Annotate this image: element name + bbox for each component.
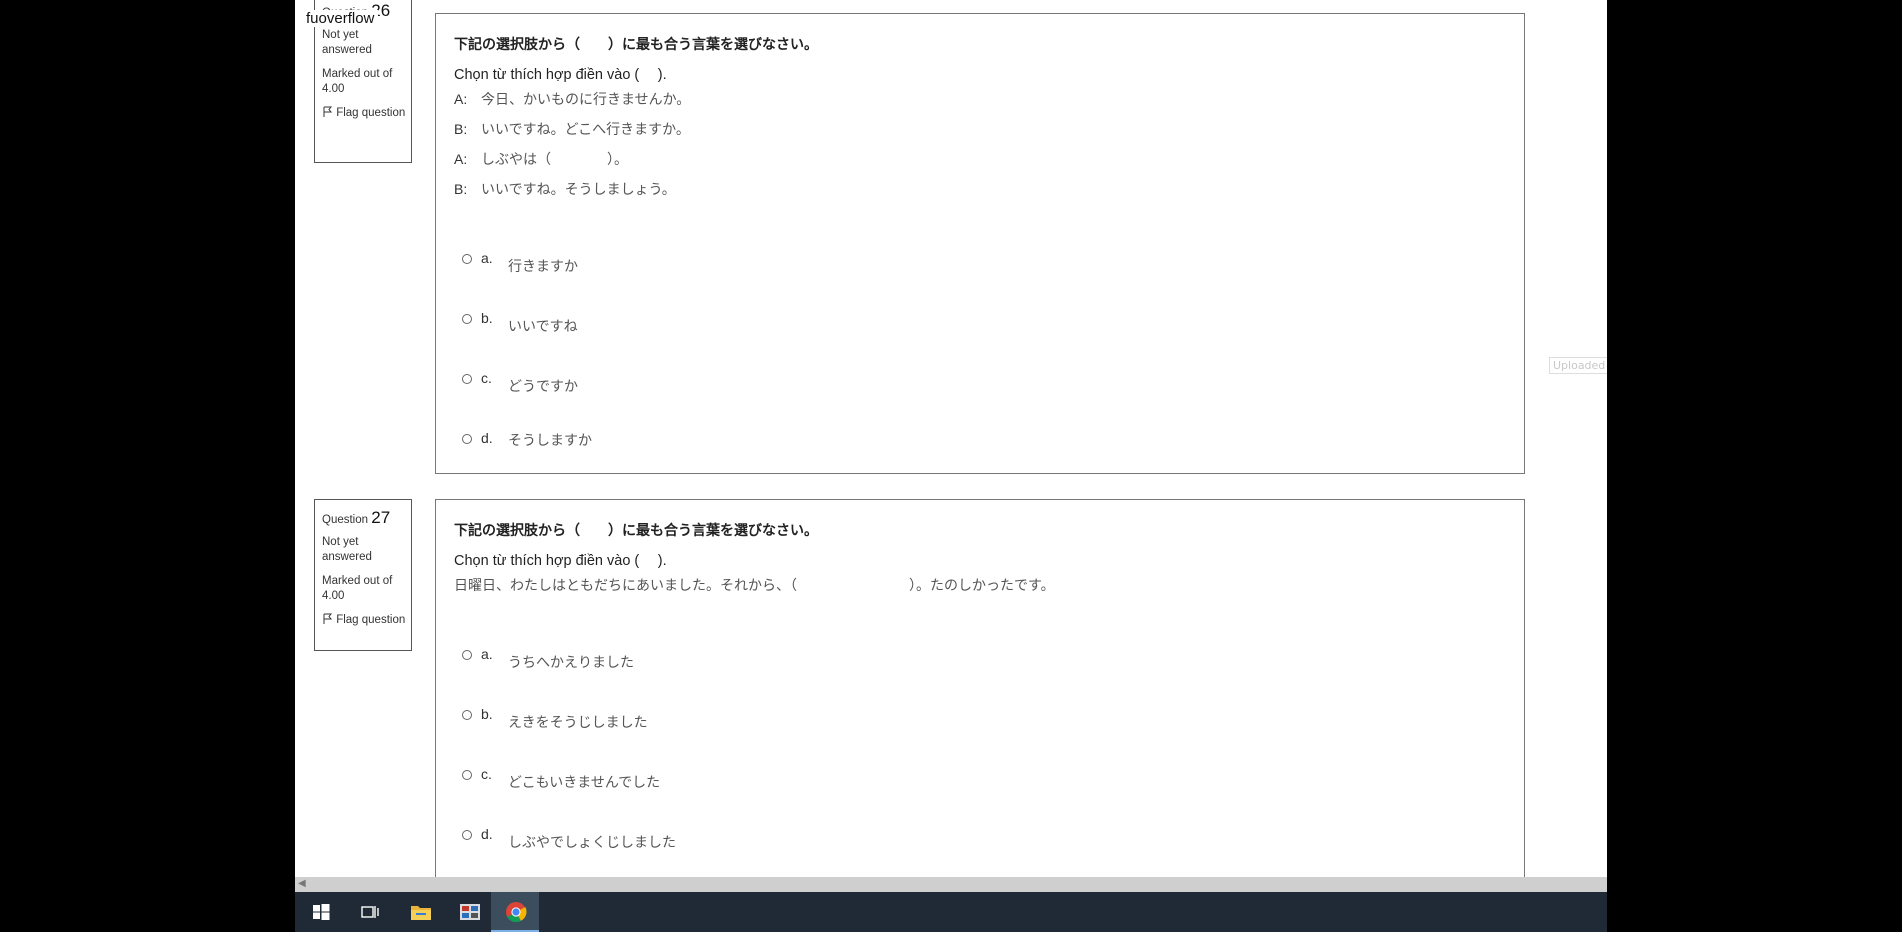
dialog-line: B: いいですね。そうしましょう。 [454, 179, 676, 199]
option-letter: a. [481, 250, 493, 266]
question-label: Question [322, 514, 369, 526]
radio-button[interactable] [462, 434, 472, 444]
app-grid-button[interactable] [445, 892, 493, 932]
file-explorer-icon [411, 906, 431, 920]
option-letter: d. [481, 826, 493, 842]
option-text: しぶやでしょくじしました [508, 834, 676, 850]
option-letter: c. [481, 766, 492, 782]
option-text: そうしますか [508, 432, 592, 448]
dialog-text: 今日、かいものに行きませんか。 [481, 91, 691, 107]
file-explorer-button[interactable] [396, 892, 444, 932]
option-letter: d. [481, 430, 493, 446]
scroll-left-icon[interactable]: ◀ [298, 878, 306, 889]
radio-button[interactable] [462, 254, 472, 264]
dialog-line: B: いいですね。どこへ行きますか。 [454, 119, 690, 139]
radio-button[interactable] [462, 374, 472, 384]
task-view-icon [361, 906, 379, 918]
dialog-text: いいですね。どこへ行きますか。 [481, 121, 690, 137]
option-text: 行きますか [508, 258, 578, 274]
chrome-button[interactable] [491, 892, 539, 932]
question-instruction: 下記の選択肢から（ ）に最も合う言葉を選びなさい。 [454, 522, 818, 538]
option-text: どこもいきませんでした [508, 774, 661, 790]
option-letter: b. [481, 310, 493, 326]
radio-button[interactable] [462, 314, 472, 324]
windows-start-icon [313, 904, 330, 920]
watermark-label: fuoverflow [304, 10, 379, 27]
radio-button[interactable] [462, 710, 472, 720]
question-info-27: Question 27 Not yet answered Marked out … [314, 499, 412, 651]
option-text: どうですか [508, 378, 578, 394]
taskbar [295, 892, 1607, 932]
task-view-button[interactable] [346, 892, 394, 932]
radio-button[interactable] [462, 770, 472, 780]
question-state: Not yet answered [322, 536, 372, 563]
start-button[interactable] [297, 892, 345, 932]
radio-button[interactable] [462, 830, 472, 840]
question-content-26: 下記の選択肢から（ ）に最も合う言葉を選びなさい。 Chọn từ thích … [435, 13, 1525, 474]
dialog-line: A: 今日、かいものに行きませんか。 [454, 89, 690, 109]
flag-label: Flag question [336, 107, 406, 119]
option-letter: a. [481, 646, 493, 662]
question-instruction-vn: Chọn từ thích hợp điền vào ( ). [454, 67, 667, 83]
chrome-icon [506, 902, 527, 923]
flag-icon [322, 613, 333, 624]
question-state: Not yet answered [322, 29, 372, 56]
option-text: うちへかえりました [508, 654, 634, 670]
dialog-line: A: しぶやは（ ）。 [454, 149, 628, 169]
radio-button[interactable] [462, 650, 472, 660]
option-letter: b. [481, 706, 493, 722]
flag-icon [322, 106, 333, 117]
dialog-speaker: B: [454, 181, 468, 197]
option-letter: c. [481, 370, 492, 386]
dialog-speaker: A: [454, 151, 468, 167]
question-number: 27 [371, 508, 391, 527]
question-instruction: 下記の選択肢から（ ）に最も合う言葉を選びなさい。 [454, 36, 818, 52]
option-text: いいですね [508, 318, 578, 334]
app-grid-icon [460, 904, 480, 920]
dialog-text: しぶやは（ ）。 [481, 151, 628, 167]
question-sentence: 日曜日、わたしはともだちにあいました。それから、（ ）。たのしかったです。 [454, 577, 1055, 593]
question-grade: Marked out of 4.00 [322, 575, 393, 602]
dialog-speaker: B: [454, 121, 468, 137]
question-grade: Marked out of 4.00 [322, 68, 393, 95]
uploaded-badge: Uploaded [1549, 357, 1607, 374]
question-number-line: Question 27 [322, 508, 411, 528]
flag-label: Flag question [336, 614, 406, 626]
browser-viewport: fuoverflow Question 26 Not yet answered … [295, 0, 1607, 932]
horizontal-scrollbar[interactable]: ◀ [295, 877, 1607, 892]
question-content-27: 下記の選択肢から（ ）に最も合う言葉を選びなさい。 Chọn từ thích … [435, 499, 1525, 899]
flag-question-link[interactable]: Flag question [322, 106, 411, 121]
option-text: えきをそうじしました [508, 714, 648, 730]
question-instruction-vn: Chọn từ thích hợp điền vào ( ). [454, 553, 667, 569]
dialog-speaker: A: [454, 91, 468, 107]
flag-question-link[interactable]: Flag question [322, 613, 411, 628]
dialog-text: いいですね。そうしましょう。 [481, 181, 676, 197]
